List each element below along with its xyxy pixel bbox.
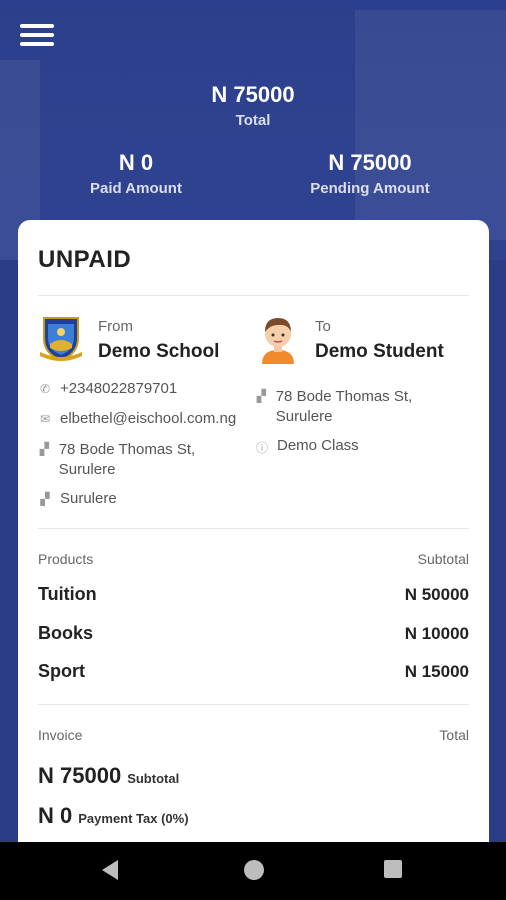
total-header: Total <box>439 727 469 743</box>
phone-icon: ✆ <box>39 382 51 396</box>
from-email: ✉ elbethel@eischool.com.ng <box>38 410 236 427</box>
invoice-header: Invoice <box>38 727 83 743</box>
to-block: To Demo Student <box>315 318 444 363</box>
from-city-text: Surulere <box>60 490 117 507</box>
subtotal-label: Subtotal <box>127 771 180 786</box>
invoice-subtotal: N 75000 Subtotal <box>38 763 179 789</box>
paid-summary: N 0 Paid Amount <box>86 150 186 197</box>
product-amount: N 15000 <box>404 662 469 681</box>
tax-label: Payment Tax (0%) <box>78 811 189 826</box>
student-avatar <box>258 312 298 369</box>
to-address: ▞ 78 Bode Thomas St, Surulere <box>255 387 455 427</box>
location-icon: ▞ <box>256 389 266 403</box>
invoice-card: UNPAID From Demo School To Demo Student <box>18 220 489 860</box>
divider <box>38 528 469 529</box>
school-logo-icon <box>38 314 84 367</box>
subtotal-value: N 75000 <box>38 763 122 788</box>
from-phone-text: +2348022879701 <box>60 380 178 397</box>
product-name: Books <box>38 623 94 643</box>
invoice-tax: N 0 Payment Tax (0%) <box>38 803 189 829</box>
from-city: ▞ Surulere <box>38 490 117 507</box>
product-name: Tuition <box>38 584 97 604</box>
from-address-text: 78 Bode Thomas St, Surulere <box>58 441 196 478</box>
pending-summary: N 75000 Pending Amount <box>305 150 435 197</box>
total-label: Total <box>235 112 271 129</box>
location-icon: ▞ <box>39 442 49 456</box>
from-label: From <box>98 318 133 335</box>
pending-label: Pending Amount <box>310 180 430 197</box>
to-name: Demo Student <box>315 341 444 362</box>
navigation-bar <box>0 842 506 900</box>
from-email-text: elbethel@eischool.com.ng <box>60 410 237 427</box>
product-amount: N 10000 <box>404 624 469 643</box>
product-name: Sport <box>38 661 85 681</box>
products-header: Products <box>38 551 94 567</box>
total-value: N 75000 <box>211 82 295 107</box>
total-summary: N 75000 Total <box>0 82 506 129</box>
from-address: ▞ 78 Bode Thomas St, Surulere <box>38 440 238 480</box>
divider <box>38 295 469 296</box>
to-class: ⓘ Demo Class <box>255 437 359 456</box>
paid-label: Paid Amount <box>90 180 182 197</box>
from-phone: ✆ +2348022879701 <box>38 380 177 397</box>
divider <box>38 704 469 705</box>
back-icon[interactable] <box>102 860 118 880</box>
from-block: From Demo School <box>98 318 219 363</box>
product-amount: N 50000 <box>404 585 469 604</box>
from-name: Demo School <box>98 341 220 362</box>
paid-value: N 0 <box>118 150 154 175</box>
to-label: To <box>315 318 331 335</box>
subtotal-header: Subtotal <box>417 551 469 567</box>
pending-value: N 75000 <box>328 150 412 175</box>
email-icon: ✉ <box>39 412 51 426</box>
location-icon: ▞ <box>40 492 50 506</box>
recent-apps-icon[interactable] <box>384 860 402 878</box>
to-address-text: 78 Bode Thomas St, Surulere <box>275 388 413 425</box>
invoice-status: UNPAID <box>38 246 132 273</box>
tax-value: N 0 <box>38 803 73 828</box>
home-icon[interactable] <box>244 860 264 880</box>
info-icon: ⓘ <box>255 441 268 455</box>
to-class-text: Demo Class <box>277 437 359 454</box>
menu-icon[interactable] <box>20 24 54 50</box>
